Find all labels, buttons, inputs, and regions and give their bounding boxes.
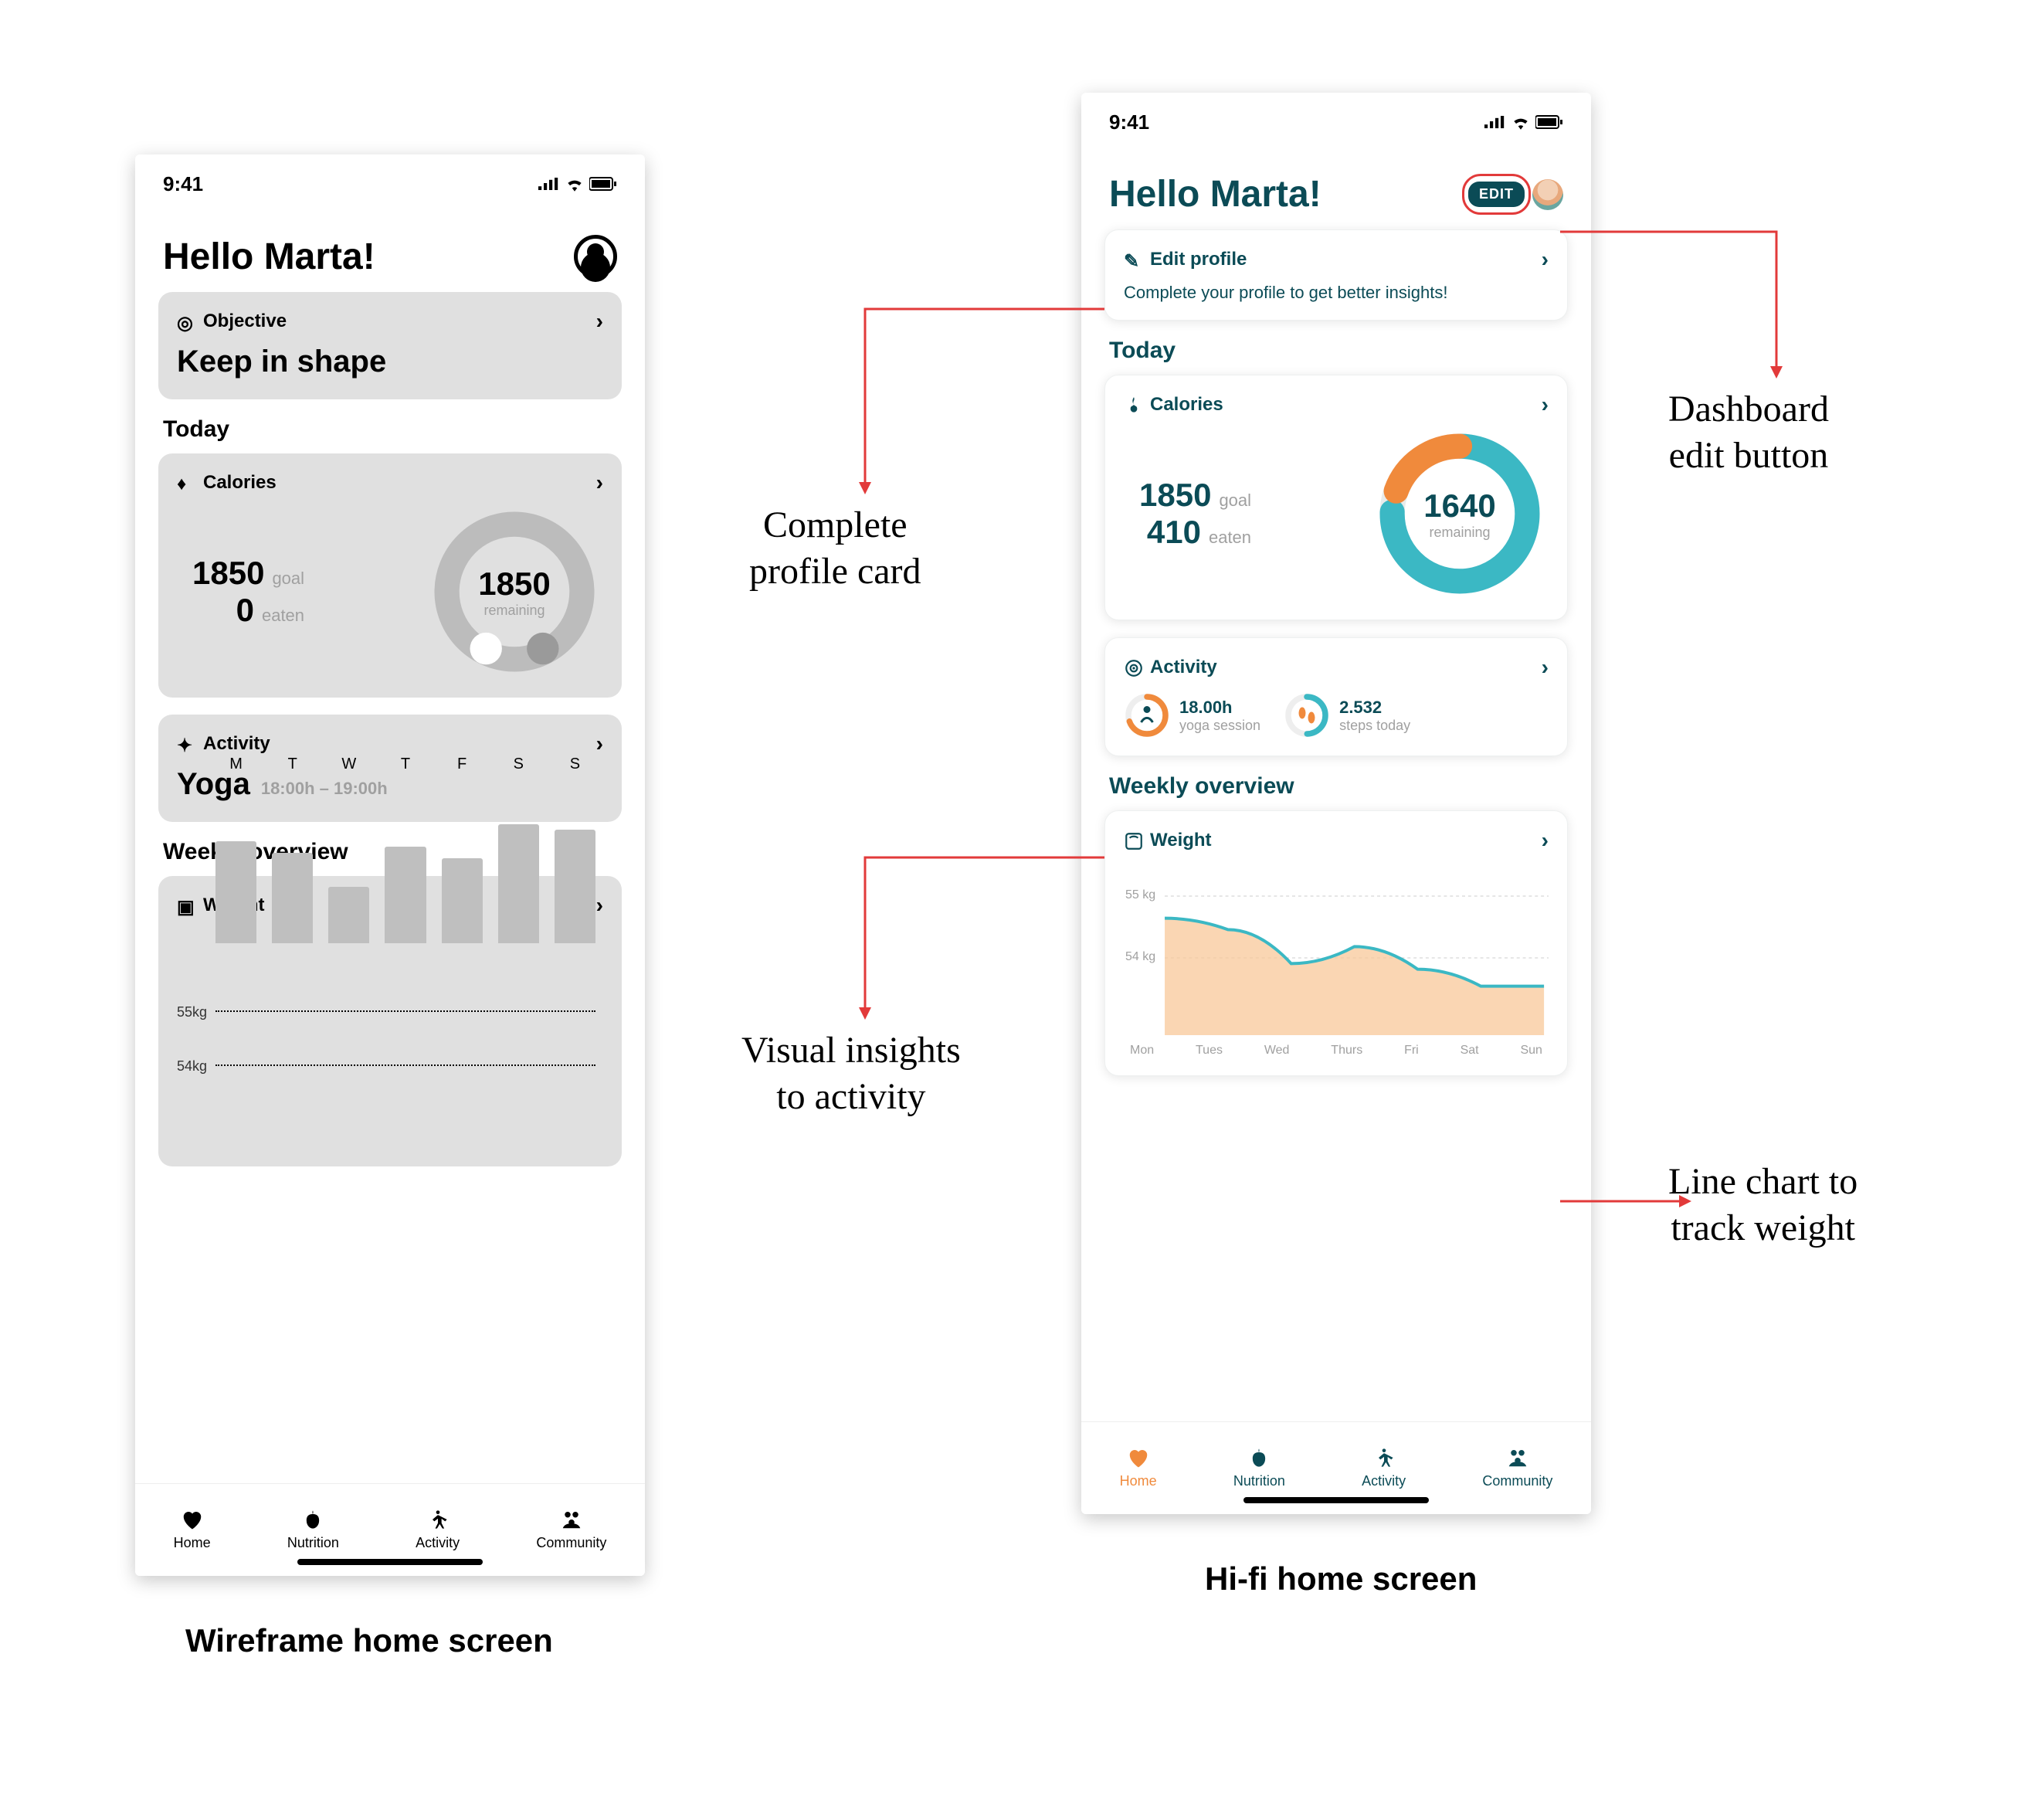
profile-card-subtitle: Complete your profile to get better insi… bbox=[1124, 283, 1549, 303]
status-icons bbox=[1484, 114, 1563, 130]
objective-card[interactable]: ◎ Objective › Keep in shape bbox=[158, 292, 622, 399]
anno-weight-text: Line chart totrack weight bbox=[1668, 1159, 1857, 1251]
calories-donut: 1640 remaining bbox=[1371, 425, 1549, 603]
yoga-ring-icon bbox=[1124, 692, 1170, 739]
annotation-highlight bbox=[1462, 174, 1531, 215]
anno-profile-arrow bbox=[850, 294, 1112, 525]
anno-edit-text: Dashboardedit button bbox=[1668, 386, 1829, 479]
apple-icon bbox=[1248, 1447, 1270, 1469]
calories-goal: 1850 bbox=[192, 555, 264, 592]
person-icon bbox=[1373, 1447, 1395, 1469]
calories-title: Calories bbox=[203, 472, 277, 493]
activity-yoga: 18.00hyoga session bbox=[1124, 692, 1260, 739]
heart-icon bbox=[1127, 1447, 1150, 1469]
anno-activity-text: Visual insightsto activity bbox=[741, 1027, 961, 1120]
weight-bar-chart: MTWTFSS 55kg 54kg bbox=[177, 933, 603, 1149]
greeting-title: Hello Marta! bbox=[163, 236, 375, 278]
calories-title: Calories bbox=[1150, 394, 1223, 415]
activity-title: Activity bbox=[1150, 657, 1217, 677]
weight-card[interactable]: ▣Weight › MTWTFSS 55kg 54kg bbox=[158, 876, 622, 1166]
calories-card[interactable]: ♦Calories › 1850goal 0eaten bbox=[158, 453, 622, 698]
flame-icon bbox=[1124, 396, 1144, 416]
weight-title: Weight bbox=[1150, 830, 1212, 851]
battery-icon bbox=[589, 177, 617, 191]
caption-wireframe: Wireframe home screen bbox=[185, 1622, 553, 1659]
calories-card[interactable]: Calories › 1850goal 410eaten bbox=[1104, 375, 1568, 620]
hifi-phone: 9:41 Hello Marta! EDIT ✎ Edit profile bbox=[1081, 93, 1591, 1514]
anno-profile-text: Completeprofile card bbox=[749, 502, 921, 595]
bottom-nav: Home Nutrition Activity Community bbox=[1081, 1421, 1591, 1514]
objective-title: Objective bbox=[203, 311, 287, 331]
chevron-right-icon: › bbox=[596, 732, 603, 756]
nav-community[interactable]: Community bbox=[1482, 1447, 1552, 1489]
avatar[interactable] bbox=[1532, 179, 1563, 210]
home-indicator bbox=[297, 1559, 483, 1565]
greeting-row: Hello Marta! EDIT bbox=[1081, 151, 1591, 229]
calories-donut: 1850 remaining bbox=[426, 503, 603, 681]
activity-steps: 2.532steps today bbox=[1284, 692, 1410, 739]
anno-activity-arrow bbox=[850, 842, 1112, 1035]
wireframe-phone: 9:41 Hello Marta! ◎ Objective › Keep in s… bbox=[135, 154, 645, 1576]
chevron-right-icon: › bbox=[1542, 247, 1549, 272]
nav-activity[interactable]: Activity bbox=[1362, 1447, 1406, 1489]
bottom-nav: Home Nutrition Activity Community bbox=[135, 1483, 645, 1576]
chevron-right-icon: › bbox=[1542, 392, 1549, 417]
group-icon bbox=[1506, 1447, 1529, 1469]
scale-icon bbox=[1124, 831, 1144, 851]
cellular-icon bbox=[1484, 116, 1506, 129]
nav-home[interactable]: Home bbox=[1120, 1447, 1157, 1489]
activity-title: Activity bbox=[203, 733, 270, 754]
target-icon bbox=[1124, 658, 1144, 678]
status-bar: 9:41 bbox=[135, 154, 645, 213]
utensils-icon: ✎ bbox=[1124, 250, 1144, 270]
today-label: Today bbox=[1109, 338, 1568, 364]
weight-line-chart: 55 kg 54 kg MonTuesWedThursFriSatSun bbox=[1124, 865, 1549, 1058]
today-label: Today bbox=[163, 416, 622, 443]
person-icon bbox=[427, 1509, 449, 1530]
home-indicator bbox=[1243, 1497, 1429, 1503]
greeting-title: Hello Marta! bbox=[1109, 173, 1321, 216]
nav-community[interactable]: Community bbox=[536, 1509, 606, 1551]
flame-icon: ♦ bbox=[177, 474, 197, 494]
wifi-icon bbox=[1511, 114, 1531, 130]
calories-eaten: 0 bbox=[236, 592, 254, 629]
nav-activity[interactable]: Activity bbox=[416, 1509, 460, 1551]
calories-eaten: 410 bbox=[1147, 514, 1201, 551]
objective-value: Keep in shape bbox=[177, 345, 603, 379]
activity-card[interactable]: Activity › 18.00hyoga session bbox=[1104, 637, 1568, 756]
profile-card[interactable]: ✎ Edit profile › Complete your profile to… bbox=[1104, 229, 1568, 321]
calories-remaining: 1850 bbox=[478, 565, 550, 603]
chevron-right-icon: › bbox=[1542, 828, 1549, 853]
status-time: 9:41 bbox=[163, 172, 203, 196]
steps-ring-icon bbox=[1284, 692, 1330, 739]
profile-card-title: Edit profile bbox=[1150, 249, 1247, 270]
scale-icon: ▣ bbox=[177, 896, 197, 916]
battery-icon bbox=[1535, 115, 1563, 129]
cellular-icon bbox=[538, 178, 560, 191]
group-icon bbox=[560, 1509, 583, 1530]
target-icon: ◎ bbox=[177, 312, 197, 332]
edit-button[interactable]: EDIT bbox=[1468, 182, 1525, 207]
activity-icon: ✦ bbox=[177, 735, 197, 755]
caption-hifi: Hi-fi home screen bbox=[1205, 1560, 1477, 1598]
weight-card[interactable]: Weight › 55 kg 54 kg MonTuesWedThursFriS… bbox=[1104, 810, 1568, 1076]
status-bar: 9:41 bbox=[1081, 93, 1591, 151]
nav-home[interactable]: Home bbox=[174, 1509, 211, 1551]
chevron-right-icon: › bbox=[596, 893, 603, 918]
calories-goal: 1850 bbox=[1139, 477, 1211, 514]
wifi-icon bbox=[565, 176, 585, 192]
greeting-row: Hello Marta! bbox=[135, 213, 645, 292]
weekly-label: Weekly overview bbox=[1109, 773, 1568, 800]
calories-remaining: 1640 bbox=[1423, 487, 1495, 525]
nav-nutrition[interactable]: Nutrition bbox=[287, 1509, 339, 1551]
avatar-icon[interactable] bbox=[574, 235, 617, 278]
chevron-right-icon: › bbox=[596, 309, 603, 334]
apple-icon bbox=[302, 1509, 324, 1530]
heart-icon bbox=[181, 1509, 204, 1530]
status-icons bbox=[538, 176, 617, 192]
chevron-right-icon: › bbox=[596, 470, 603, 495]
chevron-right-icon: › bbox=[1542, 655, 1549, 680]
status-time: 9:41 bbox=[1109, 110, 1149, 134]
nav-nutrition[interactable]: Nutrition bbox=[1233, 1447, 1285, 1489]
